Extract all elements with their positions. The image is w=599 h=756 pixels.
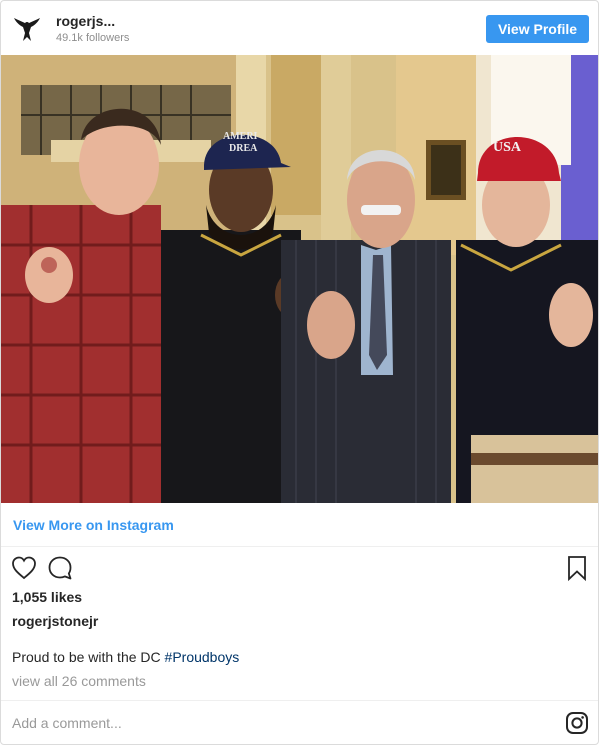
action-bar bbox=[1, 552, 598, 584]
cap-text-line2: DREA bbox=[229, 143, 258, 154]
heart-icon bbox=[12, 556, 36, 580]
view-profile-button[interactable]: View Profile bbox=[486, 15, 589, 43]
follower-count: 49.1k followers bbox=[56, 32, 130, 44]
caption: Proud to be with the DC #Proudboys bbox=[12, 649, 239, 665]
like-button[interactable] bbox=[10, 554, 38, 582]
speech-bubble-icon bbox=[48, 556, 72, 580]
caption-username[interactable]: rogerjstonejr bbox=[12, 613, 98, 629]
eagle-logo-icon bbox=[14, 18, 40, 41]
post-header: rogerjs... 49.1k followers View Profile bbox=[1, 1, 598, 55]
hashtag-link[interactable]: #Proudboys bbox=[165, 649, 240, 665]
avatar[interactable] bbox=[11, 14, 43, 46]
username[interactable]: rogerjs... bbox=[56, 13, 115, 29]
post-photo[interactable]: AMERI DREA USA bbox=[1, 55, 598, 503]
save-button[interactable] bbox=[563, 554, 591, 582]
instagram-logo-icon bbox=[566, 712, 588, 734]
instagram-logo-button[interactable] bbox=[565, 711, 589, 735]
instagram-embed: rogerjs... 49.1k followers View Profile bbox=[0, 0, 599, 745]
comment-bar bbox=[1, 700, 598, 744]
comment-input[interactable] bbox=[12, 713, 532, 733]
like-count[interactable]: 1,055 likes bbox=[12, 589, 82, 605]
comment-button[interactable] bbox=[46, 554, 74, 582]
cap-text-usa: USA bbox=[493, 140, 522, 155]
view-more-link[interactable]: View More on Instagram bbox=[1, 503, 598, 547]
cap-text-line1: AMERI bbox=[223, 131, 258, 142]
view-comments-link[interactable]: view all 26 comments bbox=[12, 673, 146, 689]
bookmark-icon bbox=[568, 556, 586, 582]
caption-text: Proud to be with the DC bbox=[12, 649, 165, 665]
